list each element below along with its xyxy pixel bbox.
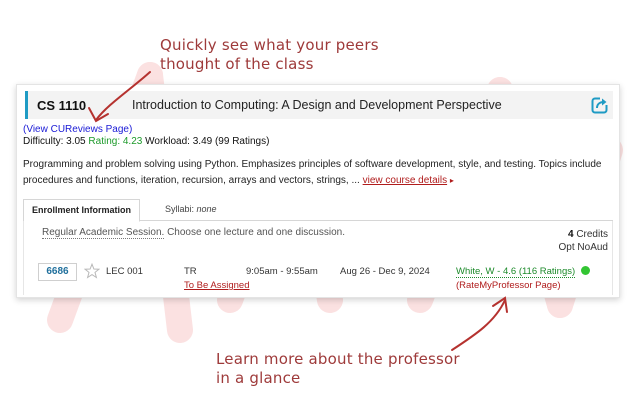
tab-enrollment-information[interactable]: Enrollment Information: [23, 199, 140, 222]
credits-label: Credits: [576, 229, 608, 240]
session-name: Regular Academic Session.: [42, 227, 165, 239]
tab-syllabi: Syllabi: none: [165, 199, 217, 220]
section-name: LEC 001: [106, 266, 143, 277]
bottom-annotation-arrow: [451, 299, 506, 351]
meeting-days: TR: [184, 266, 197, 277]
cureviews-link[interactable]: (View CUReviews Page): [23, 124, 132, 135]
share-arrow-icon[interactable]: [591, 96, 609, 114]
course-description: Programming and problem solving using Py…: [23, 157, 613, 189]
details-arrow-icon: ▸: [449, 176, 454, 185]
workload-rating: Workload: 3.49 (99 Ratings): [145, 136, 270, 147]
course-header: CS 1110 Introduction to Computing: A Des…: [25, 91, 613, 119]
session-note: Choose one lecture and one discussion.: [167, 227, 345, 238]
grading-option: Opt NoAud: [558, 242, 608, 253]
top-annotation-line1: Quickly see what your peers: [160, 36, 379, 54]
session-info: Regular Academic Session. Choose one lec…: [42, 227, 345, 239]
syllabi-value: none: [196, 204, 217, 214]
ratemyprofessor-link[interactable]: (RateMyProfessor Page): [456, 280, 561, 291]
star-outline-icon[interactable]: [84, 263, 100, 279]
bottom-annotation-line1: Learn more about the professor: [216, 350, 460, 368]
class-number-button[interactable]: 6686: [38, 263, 77, 281]
meeting-time: 9:05am - 9:55am: [246, 266, 318, 277]
cureviews-ratings: Difficulty: 3.05 Rating: 4.23 Workload: …: [23, 136, 269, 147]
top-annotation: Quickly see what your peers thought of t…: [160, 36, 379, 74]
bottom-annotation: Learn more about the professor in a glan…: [216, 350, 460, 388]
credits-value: 4: [567, 229, 574, 240]
syllabi-label: Syllabi:: [165, 204, 195, 214]
difficulty-rating: Difficulty: 3.05: [23, 136, 86, 147]
open-status-indicator: [581, 266, 590, 275]
top-annotation-line2: thought of the class: [160, 55, 314, 73]
instructor-rating-link[interactable]: White, W - 4.6 (116 Ratings): [456, 266, 576, 278]
course-description-text: Programming and problem solving using Py…: [23, 159, 602, 186]
location-link[interactable]: To Be Assigned: [184, 280, 250, 291]
bottom-arrow-head: [492, 296, 508, 313]
credits-info: 4 Credits Opt NoAud: [559, 228, 608, 254]
bottom-annotation-line2: in a glance: [216, 369, 301, 387]
section-tabs: Enrollment Information Syllabi: none: [23, 199, 613, 222]
course-title: Introduction to Computing: A Design and …: [132, 98, 502, 112]
course-code: CS 1110: [37, 97, 87, 113]
course-card: CS 1110 Introduction to Computing: A Des…: [16, 84, 620, 298]
view-course-details-link[interactable]: view course details: [363, 175, 447, 186]
meeting-dates: Aug 26 - Dec 9, 2024: [340, 266, 430, 277]
enrollment-panel: Regular Academic Session. Choose one lec…: [23, 221, 613, 295]
overall-rating: Rating: 4.23: [88, 136, 143, 147]
